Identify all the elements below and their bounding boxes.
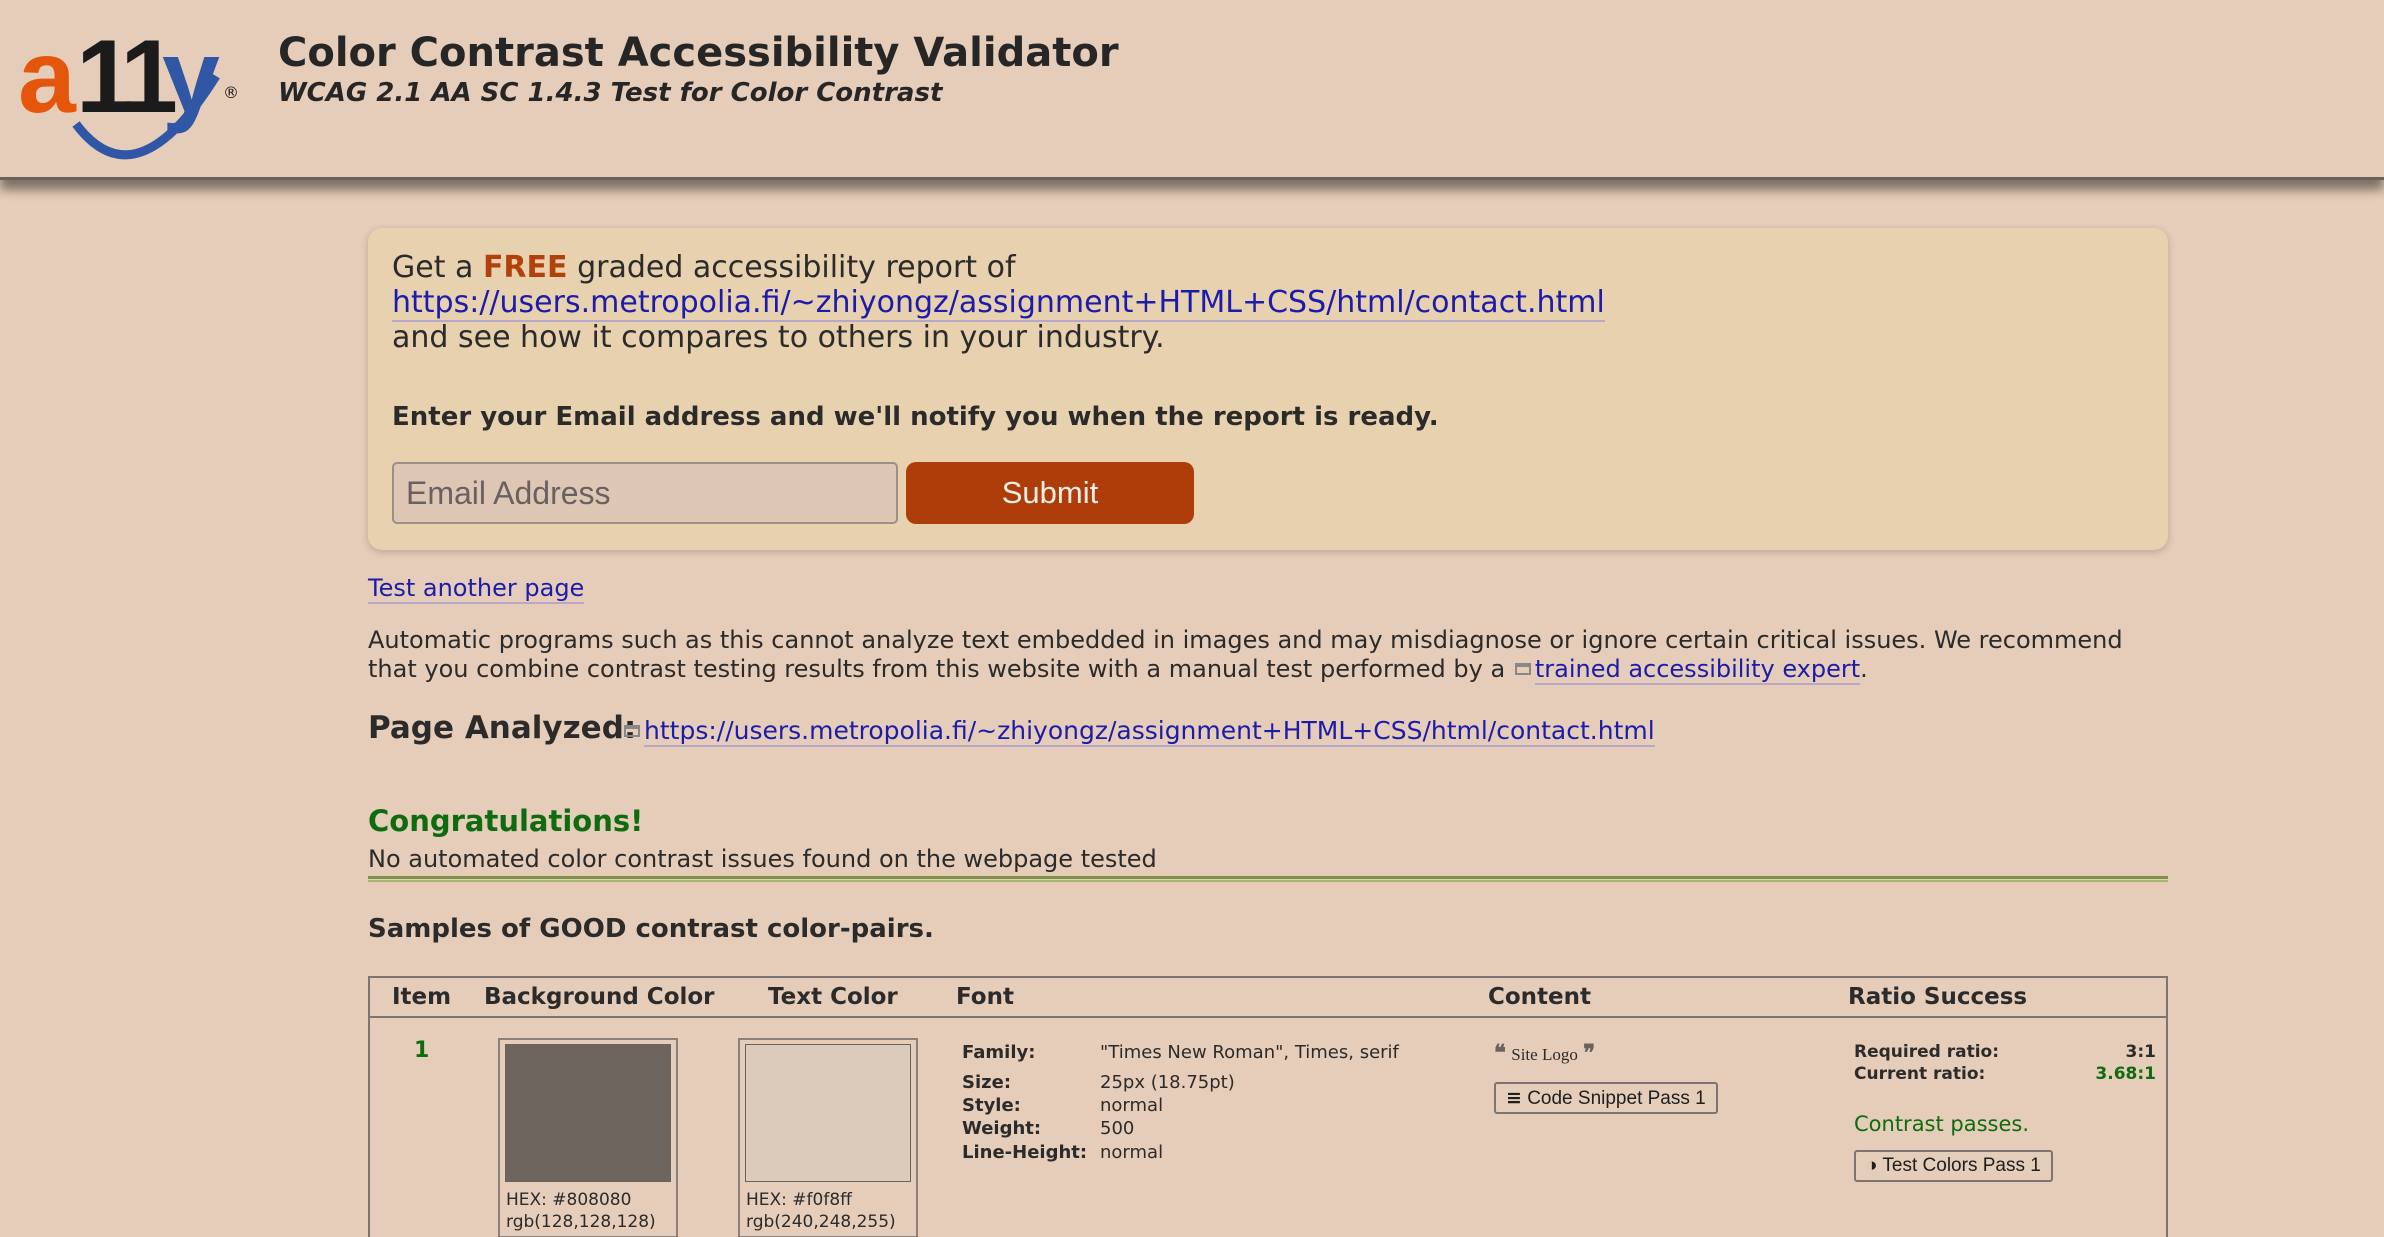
align-left-icon: ≡	[1506, 1087, 1522, 1109]
svg-text:a: a	[18, 19, 77, 135]
external-link-icon	[624, 725, 640, 737]
col-item: Item	[392, 984, 452, 1010]
col-content: Content	[1488, 984, 1592, 1010]
contrast-status: Contrast passes.	[1854, 1112, 2030, 1136]
code-snippet-button[interactable]: ≡ Code Snippet Pass 1	[1494, 1082, 1718, 1114]
col-ratio: Ratio Success	[1848, 984, 2028, 1010]
content-sample: ❝ Site Logo ❞	[1494, 1040, 1595, 1066]
line-height-label: Line-Height:	[962, 1142, 1088, 1163]
background-swatch: HEX: #808080 rgb(128,128,128)	[498, 1038, 678, 1237]
page-subtitle: WCAG 2.1 AA SC 1.4.3 Test for Color Cont…	[278, 78, 943, 108]
font-style-value: normal	[1100, 1095, 1164, 1116]
analyzed-url-link[interactable]: https://users.metropolia.fi/~zhiyongz/as…	[644, 716, 1655, 747]
current-ratio-label: Current ratio:	[1854, 1064, 1986, 1084]
a11y-logo[interactable]: a 11 y ®	[18, 14, 248, 164]
code-snippet-label: Code Snippet Pass 1	[1527, 1088, 1706, 1109]
content-text: Site Logo	[1511, 1045, 1578, 1064]
report-promo-box: Get a FREE graded accessibility report o…	[368, 228, 2168, 550]
font-family-value: "Times New Roman", Times, serif	[1100, 1042, 1399, 1063]
page-analyzed-url: https://users.metropolia.fi/~zhiyongz/as…	[622, 716, 1655, 747]
bg-hex: HEX: #808080	[506, 1190, 632, 1210]
col-background: Background Color	[484, 984, 715, 1010]
test-colors-button[interactable]: ◑ Test Colors Pass 1	[1854, 1150, 2053, 1182]
result-message: No automated color contrast issues found…	[368, 845, 1157, 873]
test-colors-label: Test Colors Pass 1	[1882, 1155, 2041, 1176]
email-input[interactable]: Email Address	[392, 462, 898, 524]
report-url-link[interactable]: https://users.metropolia.fi/~zhiyongz/as…	[392, 285, 1605, 322]
text-color-fill	[745, 1044, 911, 1182]
free-badge: FREE	[482, 250, 568, 285]
promo-headline: Get a FREE graded accessibility report o…	[392, 250, 1016, 285]
text-hex: HEX: #f0f8ff	[746, 1190, 852, 1210]
text-rgb: rgb(240,248,255)	[746, 1212, 896, 1232]
site-header: a 11 y ® Color Contrast Accessibility Va…	[0, 0, 2384, 180]
font-weight-label: Weight:	[962, 1118, 1042, 1139]
col-font: Font	[956, 984, 1014, 1010]
font-weight-value: 500	[1100, 1118, 1135, 1139]
required-ratio-label: Required ratio:	[1854, 1042, 2000, 1062]
samples-heading: Samples of GOOD contrast color-pairs.	[368, 914, 934, 944]
bg-rgb: rgb(128,128,128)	[506, 1212, 656, 1232]
promo-compare: and see how it compares to others in you…	[392, 320, 1165, 355]
text-color-swatch: HEX: #f0f8ff rgb(240,248,255)	[738, 1038, 918, 1237]
current-ratio-value: 3.68:1	[2095, 1064, 2156, 1084]
font-family-label: Family:	[962, 1042, 1036, 1063]
result-heading: Congratulations!	[368, 804, 644, 838]
divider	[368, 876, 2168, 882]
col-text-color: Text Color	[768, 984, 898, 1010]
disclaimer-text: Automatic programs such as this cannot a…	[368, 626, 2178, 685]
promo-text: graded accessibility report of	[577, 250, 1016, 285]
disclaimer-end: .	[1860, 655, 1868, 683]
svg-text:11: 11	[76, 19, 175, 135]
page-title: Color Contrast Accessibility Validator	[278, 30, 1119, 76]
close-quote-icon: ❞	[1583, 1040, 1596, 1066]
promo-text: Get a	[392, 250, 474, 285]
line-height-value: normal	[1100, 1142, 1164, 1163]
email-prompt: Enter your Email address and we'll notif…	[392, 402, 1439, 432]
font-size-value: 25px (18.75pt)	[1100, 1072, 1235, 1093]
svg-text:®: ®	[223, 83, 239, 102]
expert-link[interactable]: trained accessibility expert	[1534, 655, 1861, 685]
background-color-fill	[505, 1044, 671, 1182]
samples-table: Item Background Color Text Color Font Co…	[368, 976, 2168, 1237]
font-style-label: Style:	[962, 1095, 1021, 1116]
page-analyzed-label: Page Analyzed:	[368, 710, 637, 746]
promo-url-line: https://users.metropolia.fi/~zhiyongz/as…	[392, 285, 1605, 322]
item-number: 1	[414, 1038, 430, 1063]
external-link-icon	[1514, 663, 1531, 675]
required-ratio-value: 3:1	[2125, 1042, 2156, 1062]
contrast-icon: ◑	[1866, 1155, 1878, 1176]
open-quote-icon: ❝	[1494, 1040, 1506, 1066]
submit-button[interactable]: Submit	[906, 462, 1194, 524]
font-size-label: Size:	[962, 1072, 1012, 1093]
test-another-page-link[interactable]: Test another page	[368, 574, 585, 604]
table-header: Item Background Color Text Color Font Co…	[370, 978, 2166, 1018]
